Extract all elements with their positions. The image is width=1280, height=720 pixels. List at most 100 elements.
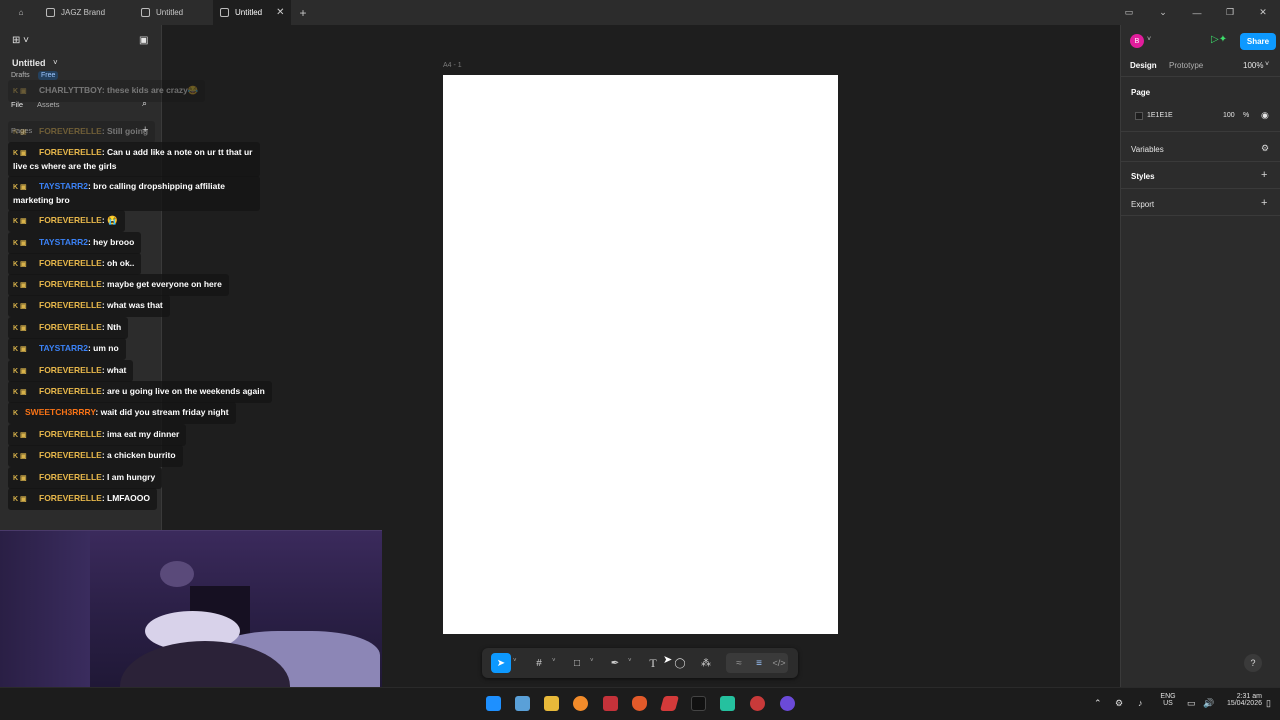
- tab-jagz-brand[interactable]: JAGZ Brand: [40, 0, 135, 25]
- mouse-cursor-icon: ➤: [663, 654, 673, 666]
- avatar[interactable]: B: [1130, 34, 1144, 48]
- chat-badges: K: [13, 410, 19, 417]
- tab-design[interactable]: Design: [1130, 61, 1157, 70]
- browser-app-icon[interactable]: [780, 696, 795, 711]
- add-style-icon[interactable]: +: [1261, 169, 1267, 181]
- actions-icon[interactable]: ⁂: [696, 653, 716, 673]
- chat-badges: K ▣: [13, 432, 27, 439]
- figma-file-icon: [220, 8, 229, 17]
- chevron-down-icon[interactable]: ˅: [628, 658, 632, 664]
- chat-badges: K ▣: [13, 368, 27, 375]
- chat-username: FOREVERELLE: [39, 365, 102, 375]
- chat-badges: K ▣: [13, 184, 27, 191]
- file-title[interactable]: Untitled: [12, 58, 46, 68]
- move-tool-icon[interactable]: ➤: [491, 653, 511, 673]
- tab-list-icon[interactable]: ▭: [1112, 0, 1146, 25]
- chat-username: FOREVERELLE: [39, 386, 102, 396]
- figma-file-icon: [46, 8, 55, 17]
- divider: [1121, 131, 1280, 132]
- bottom-toolbar: ➤ ˅ # ˅ □ ˅ ✒ ˅ T ◯ ⁂ ≈ ≡ </>: [482, 648, 798, 678]
- tab-label: Untitled: [235, 8, 263, 17]
- rectangle-tool-icon[interactable]: □: [567, 653, 587, 673]
- chevron-up-icon[interactable]: ⌃: [1094, 698, 1102, 709]
- chevron-down-icon[interactable]: ˅: [53, 58, 58, 67]
- windows-start-icon[interactable]: [486, 696, 501, 711]
- variables-label: Variables: [1131, 145, 1164, 154]
- clock[interactable]: 2:31 am 15/04/2026: [1222, 693, 1262, 707]
- divider: [1121, 76, 1280, 77]
- voice-meeter-icon[interactable]: [603, 696, 618, 711]
- help-button[interactable]: ?: [1244, 654, 1262, 672]
- draw-mode-icon[interactable]: ≈: [729, 653, 749, 673]
- chat-message: K ▣ TAYSTARR2: um no: [8, 338, 126, 360]
- chat-username: FOREVERELLE: [39, 493, 102, 503]
- streamlabs-icon[interactable]: [720, 696, 735, 711]
- chat-text: ima eat my dinner: [107, 429, 180, 439]
- comment-tool-icon[interactable]: ◯: [670, 653, 690, 673]
- pen-tool-icon[interactable]: ✒: [605, 653, 625, 673]
- home-icon[interactable]: ⌂: [10, 0, 32, 25]
- chat-text: these kids are crazy😂: [107, 85, 199, 95]
- sidebar-toggle-icon[interactable]: ▣: [139, 35, 148, 46]
- media-app-icon[interactable]: [750, 696, 765, 711]
- volume-icon[interactable]: 🔊: [1203, 698, 1214, 709]
- chevron-down-icon[interactable]: ˅: [513, 658, 517, 664]
- chat-username: FOREVERELLE: [39, 147, 102, 157]
- export-label: Export: [1131, 200, 1155, 209]
- language-indicator[interactable]: ENG US: [1157, 693, 1179, 707]
- divider: [1121, 188, 1280, 189]
- chevron-down-icon[interactable]: ˅: [590, 658, 594, 664]
- chevron-down-icon[interactable]: ˅: [552, 658, 556, 664]
- chat-text: what was that: [107, 300, 163, 310]
- date: 15/04/2026: [1226, 700, 1262, 707]
- text-tool-icon[interactable]: T: [643, 653, 663, 673]
- zoom-level[interactable]: 100%: [1243, 61, 1263, 70]
- frame-a4[interactable]: [443, 75, 838, 634]
- share-button[interactable]: Share: [1240, 33, 1276, 50]
- chat-text: um no: [93, 343, 119, 353]
- tab-prototype[interactable]: Prototype: [1169, 61, 1203, 70]
- chevron-down-icon[interactable]: ˅: [1147, 36, 1151, 43]
- frame-tool-icon[interactable]: #: [529, 653, 549, 673]
- notifications-icon[interactable]: ▯: [1266, 698, 1271, 709]
- minimize-icon[interactable]: —: [1180, 0, 1214, 25]
- frame-label[interactable]: A4 - 1: [443, 62, 462, 69]
- variables-settings-icon[interactable]: ⚙: [1261, 143, 1269, 154]
- app-tray-icon[interactable]: ⚙: [1115, 698, 1123, 709]
- design-mode-icon[interactable]: ≡: [749, 653, 769, 673]
- network-icon[interactable]: ▭: [1187, 698, 1196, 709]
- dev-mode-icon[interactable]: </>: [769, 653, 789, 673]
- file-explorer-icon[interactable]: [544, 696, 559, 711]
- tab-untitled-1[interactable]: Untitled: [135, 0, 213, 25]
- brave-browser-icon[interactable]: [632, 696, 647, 711]
- page-color-swatch[interactable]: [1135, 112, 1143, 120]
- chat-text: Still going: [107, 126, 149, 136]
- main-menu-icon[interactable]: ⊞ ˅: [12, 35, 29, 46]
- chat-badges: K ▣: [13, 240, 27, 247]
- chat-badges: K ▣: [13, 346, 27, 353]
- figma-app-icon[interactable]: [691, 696, 706, 711]
- chat-badges: K ▣: [13, 453, 27, 460]
- fl-studio-icon[interactable]: [573, 696, 588, 711]
- new-tab-button[interactable]: +: [296, 0, 310, 25]
- chevron-down-icon[interactable]: ⌄: [1146, 0, 1180, 25]
- chat-message: K ▣ FOREVERELLE: maybe get everyone on he…: [8, 274, 229, 296]
- chat-username: CHARLYTTBOY: [39, 85, 102, 95]
- close-tab-icon[interactable]: ✕: [276, 7, 284, 18]
- photos-app-icon[interactable]: [515, 696, 530, 711]
- plan-badge: Free: [38, 71, 59, 80]
- figma-file-icon: [141, 8, 150, 17]
- page-opacity[interactable]: 100: [1223, 112, 1235, 119]
- add-export-icon[interactable]: +: [1261, 197, 1267, 209]
- present-icon[interactable]: ▷✦: [1211, 34, 1227, 45]
- chevron-down-icon[interactable]: ˅: [1265, 61, 1269, 68]
- chat-username: TAYSTARR2: [39, 343, 88, 353]
- eye-icon[interactable]: ◉: [1261, 110, 1269, 121]
- close-window-icon[interactable]: ✕: [1246, 0, 1280, 25]
- chat-text: hey brooo: [93, 237, 135, 247]
- microphone-icon[interactable]: ♪: [1138, 698, 1143, 708]
- drafts-label[interactable]: Drafts: [11, 72, 30, 79]
- maximize-icon[interactable]: ❐: [1213, 0, 1247, 25]
- tab-untitled-active[interactable]: Untitled ✕: [213, 0, 291, 25]
- page-color-hex[interactable]: 1E1E1E: [1147, 112, 1173, 119]
